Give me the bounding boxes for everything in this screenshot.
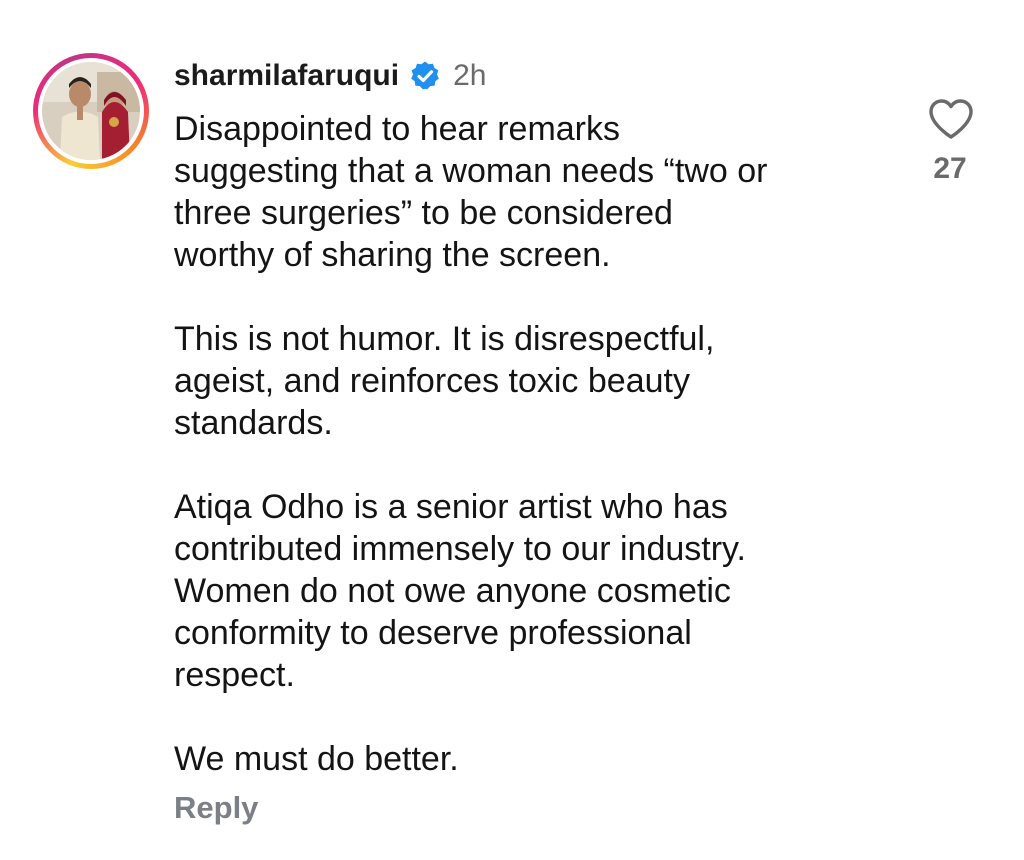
comment-header: sharmilafaruqui 2h	[174, 56, 486, 96]
comment-line: conformity to deserve professional	[174, 614, 692, 652]
comment-line: Women do not owe anyone cosmetic	[174, 572, 731, 610]
comment-paragraph: Disappointed to hear remarks suggesting …	[174, 108, 894, 276]
comment-line: Disappointed to hear remarks	[174, 110, 621, 148]
comment-line: standards.	[174, 404, 333, 442]
comment-line: This is not humor. It is disrespectful,	[174, 320, 715, 358]
avatar-story-ring[interactable]	[33, 53, 149, 169]
comment-paragraph: We must do better.	[174, 738, 894, 780]
heart-outline-icon	[929, 99, 973, 139]
comment-line: respect.	[174, 656, 295, 694]
username-link[interactable]: sharmilafaruqui	[174, 59, 399, 93]
verified-badge-icon	[409, 60, 441, 92]
reply-button[interactable]: Reply	[174, 790, 258, 826]
like-count: 27	[933, 152, 967, 185]
comment-line: three surgeries” to be considered	[174, 194, 673, 232]
comment-line: contributed immensely to our industry.	[174, 530, 746, 568]
comment-paragraph: Atiqa Odho is a senior artist who has co…	[174, 486, 894, 696]
comment-paragraph: This is not humor. It is disrespectful, …	[174, 318, 894, 444]
avatar[interactable]	[42, 62, 140, 160]
comment-line: suggesting that a woman needs “two or	[174, 152, 768, 190]
comment-body: Disappointed to hear remarks suggesting …	[174, 108, 894, 780]
comment-line: Atiqa Odho is a senior artist who has	[174, 488, 728, 526]
avatar-photo	[42, 62, 140, 160]
comment-line: ageist, and reinforces toxic beauty	[174, 362, 690, 400]
comment-line: worthy of sharing the screen.	[174, 236, 611, 274]
comment-timestamp: 2h	[453, 59, 487, 92]
like-button[interactable]	[928, 98, 974, 140]
comment-item: sharmilafaruqui 2h Disappointed to hear …	[0, 0, 1024, 860]
comment-line: We must do better.	[174, 740, 459, 778]
